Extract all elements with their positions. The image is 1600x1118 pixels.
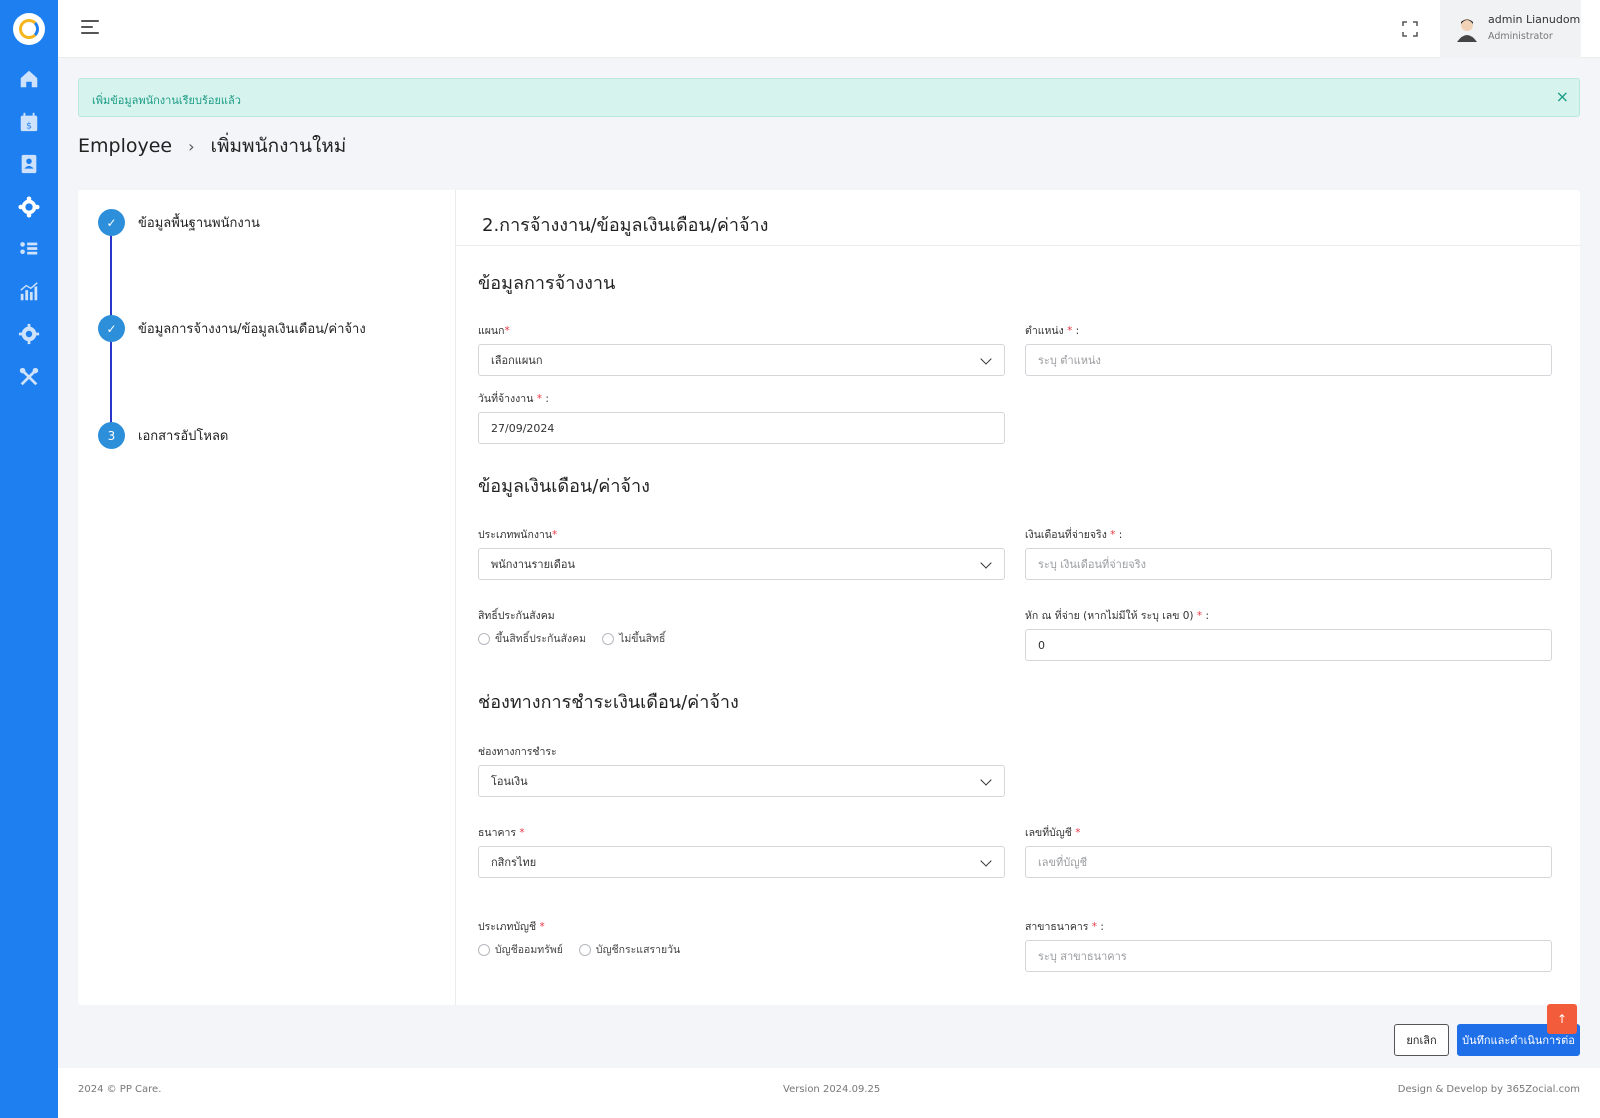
hire-date-label: วันที่จ้างงาน * : — [478, 393, 549, 405]
bar-chart-icon[interactable] — [17, 280, 41, 304]
check-icon: ✓ — [98, 209, 125, 236]
branch-input[interactable]: ระบุ สาขาธนาคาร — [1025, 940, 1552, 972]
step-label: ข้อมูลการจ้างงาน/ข้อมูลเงินเดือน/ค่าจ้าง — [138, 322, 366, 337]
position-label: ตำแหน่ง * : — [1025, 325, 1080, 337]
actual-salary-label: เงินเดือนที่จ่ายจริง * : — [1025, 529, 1123, 541]
account-type-radio-group: บัญชีออมทรัพย์ บัญชีกระแสรายวัน — [478, 941, 696, 958]
payment-channel-select[interactable]: โอนเงิน — [478, 765, 1005, 797]
divider — [456, 245, 1580, 246]
top-bar: admin Lianudom Administrator — [58, 0, 1600, 58]
withholding-label: หัก ณ ที่จ่าย (หากไม่มีให้ ระบุ เลข 0) *… — [1025, 610, 1210, 622]
list-people-icon[interactable] — [17, 237, 41, 261]
logo-mark — [19, 19, 39, 39]
success-alert: เพิ่มข้อมูลพนักงานเรียบร้อยแล้ว × — [78, 78, 1580, 117]
salary-section-title: ข้อมูลเงินเดือน/ค่าจ้าง — [478, 476, 650, 497]
footer: 2024 © PP Care. Version 2024.09.25 Desig… — [58, 1068, 1600, 1118]
account-number-label: เลขที่บัญชี * — [1025, 827, 1081, 839]
account-type-label: ประเภทบัญชี * — [478, 921, 545, 933]
position-input[interactable]: ระบุ ตำแหน่ง — [1025, 344, 1552, 376]
social-security-radio-group: ขึ้นสิทธิ์ประกันสังคม ไม่ขึ้นสิทธิ์ — [478, 630, 681, 647]
calendar-money-icon[interactable]: $ — [17, 110, 41, 134]
account-number-input[interactable]: เลขที่บัญชี — [1025, 846, 1552, 878]
alert-message: เพิ่มข้อมูลพนักงานเรียบร้อยแล้ว — [92, 94, 241, 107]
home-icon[interactable] — [17, 67, 41, 91]
breadcrumb-employee[interactable]: Employee — [78, 135, 172, 157]
form-title: 2.การจ้างงาน/ข้อมูลเงินเดือน/ค่าจ้าง — [482, 215, 769, 236]
hire-date-input[interactable]: 27/09/2024 — [478, 412, 1005, 444]
chevron-right-icon: › — [188, 136, 195, 156]
form-card: ✓ ข้อมูลพื้นฐานพนักงาน ✓ ข้อมูลการจ้างงา… — [78, 190, 1580, 1005]
payment-section-title: ช่องทางการชำระเงินเดือน/ค่าจ้าง — [478, 692, 739, 713]
stepper: ✓ ข้อมูลพื้นฐานพนักงาน ✓ ข้อมูลการจ้างงา… — [78, 190, 456, 1005]
breadcrumb: Employee › เพิ่มพนักงานใหม่ — [78, 133, 346, 159]
menu-toggle-icon[interactable] — [81, 20, 99, 36]
bank-select[interactable]: กสิกรไทย — [478, 846, 1005, 878]
user-name: admin Lianudom — [1488, 13, 1581, 26]
savings-account-radio[interactable]: บัญชีออมทรัพย์ — [478, 941, 563, 958]
bank-label: ธนาคาร * — [478, 827, 525, 839]
form-content: 2.การจ้างงาน/ข้อมูลเงินเดือน/ค่าจ้าง ข้อ… — [456, 190, 1580, 1005]
payment-channel-label: ช่องทางการชำระ — [478, 746, 557, 758]
actual-salary-input[interactable]: ระบุ เงินเดือนที่จ่ายจริง — [1025, 548, 1552, 580]
close-icon[interactable]: × — [1556, 89, 1569, 105]
cancel-button[interactable]: ยกเลิก — [1394, 1024, 1449, 1056]
chevron-down-icon — [980, 353, 992, 365]
gear-icon[interactable] — [17, 322, 41, 346]
user-role: Administrator — [1488, 31, 1553, 42]
tools-icon[interactable] — [17, 365, 41, 389]
employee-type-select[interactable]: พนักงานรายเดือน — [478, 548, 1005, 580]
social-security-yes-radio[interactable]: ขึ้นสิทธิ์ประกันสังคม — [478, 630, 586, 647]
chevron-down-icon — [980, 557, 992, 569]
social-security-label: สิทธิ์ประกันสังคม — [478, 610, 555, 622]
page-title: เพิ่มพนักงานใหม่ — [210, 135, 347, 157]
employee-type-label: ประเภทพนักงาน* — [478, 529, 558, 541]
footer-credit[interactable]: Design & Develop by 365Zocial.com — [1398, 1084, 1580, 1095]
footer-copyright: 2024 © PP Care. — [78, 1084, 162, 1095]
scroll-top-button[interactable]: ↑ — [1547, 1004, 1577, 1034]
step-documents[interactable]: 3 เอกสารอัปโหลด — [98, 422, 228, 449]
current-account-radio[interactable]: บัญชีกระแสรายวัน — [578, 941, 680, 958]
step-number: 3 — [98, 422, 125, 449]
chevron-down-icon — [980, 855, 992, 867]
employment-section-title: ข้อมูลการจ้างงาน — [478, 273, 616, 294]
app-logo[interactable] — [13, 13, 45, 45]
step-label: เอกสารอัปโหลด — [138, 429, 229, 444]
fullscreen-icon[interactable] — [1402, 21, 1418, 37]
avatar — [1454, 16, 1480, 42]
user-menu[interactable]: admin Lianudom Administrator — [1440, 0, 1581, 58]
footer-version: Version 2024.09.25 — [783, 1084, 881, 1095]
contact-book-icon[interactable] — [17, 152, 41, 176]
branch-label: สาขาธนาคาร * : — [1025, 921, 1104, 933]
withholding-input[interactable]: 0 — [1025, 629, 1552, 661]
step-basic-info[interactable]: ✓ ข้อมูลพื้นฐานพนักงาน — [98, 209, 260, 236]
department-select[interactable]: เลือกแผนก — [478, 344, 1005, 376]
step-label: ข้อมูลพื้นฐานพนักงาน — [138, 216, 260, 231]
chevron-down-icon — [980, 774, 992, 786]
step-employment[interactable]: ✓ ข้อมูลการจ้างงาน/ข้อมูลเงินเดือน/ค่าจ้… — [98, 315, 366, 342]
team-gear-icon[interactable] — [17, 195, 41, 219]
svg-text:$: $ — [26, 120, 32, 131]
sidebar: $ — [0, 0, 58, 1118]
department-label: แผนก* — [478, 325, 510, 337]
social-security-no-radio[interactable]: ไม่ขึ้นสิทธิ์ — [602, 630, 665, 647]
check-icon: ✓ — [98, 315, 125, 342]
